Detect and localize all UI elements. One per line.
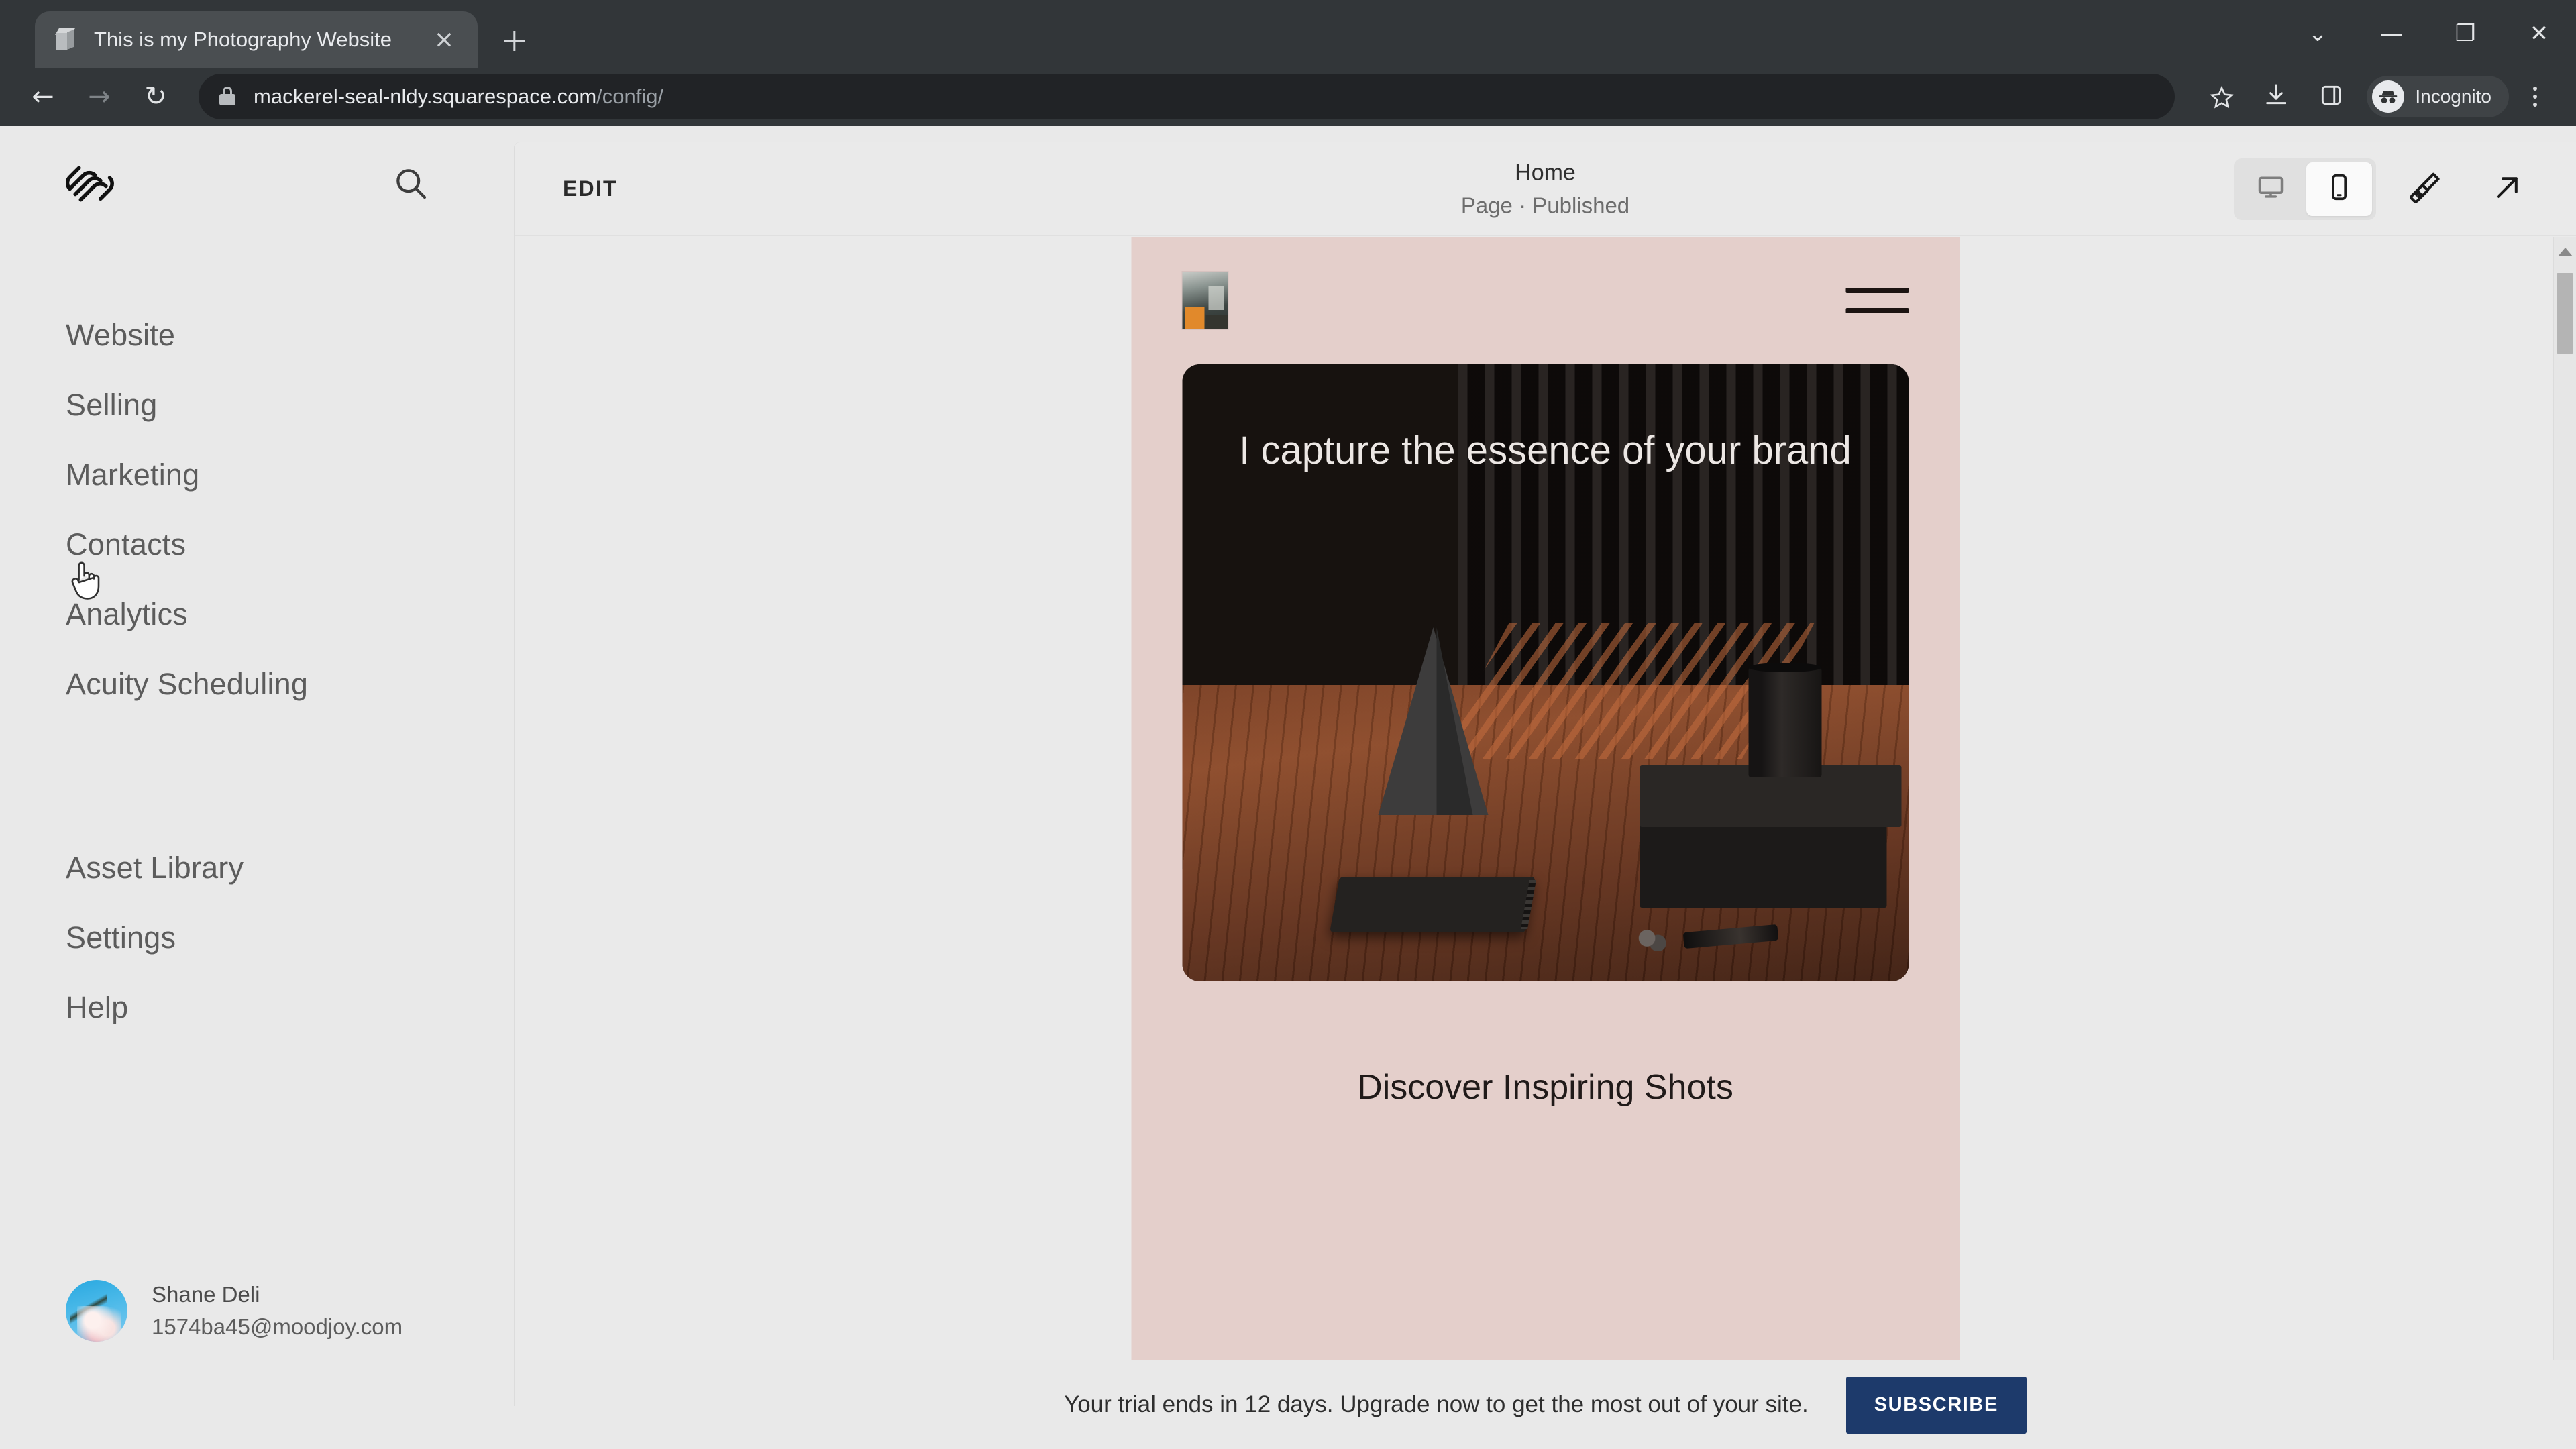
window-controls: ⌄ — ❐ ✕ [2281, 0, 2576, 67]
account-name: Shane Deli [152, 1282, 260, 1307]
sidebar-item-label: Marketing [66, 458, 200, 492]
hamburger-menu-icon[interactable] [1845, 288, 1909, 313]
main-panel: EDIT Home Page · Published I capture the… [515, 126, 2576, 1449]
account-row[interactable]: Shane Deli 1574ba45@moodjoy.com [66, 1280, 402, 1342]
sidebar-item-label: Selling [66, 388, 158, 422]
sidebar-item-contacts[interactable]: Contacts [66, 510, 515, 580]
lock-icon [219, 87, 236, 107]
star-icon [2209, 85, 2235, 109]
sidebar-item-label: Acuity Scheduling [66, 667, 309, 701]
sidebar-item-acuity-scheduling[interactable]: Acuity Scheduling [66, 649, 515, 719]
tab-search-button[interactable]: ⌄ [2281, 0, 2355, 67]
kebab-menu-icon[interactable] [2512, 70, 2559, 123]
browser-toolbar: ← → ↻ mackerel-seal-nldy.squarespace.com… [0, 67, 2576, 126]
reload-button[interactable]: ↻ [130, 71, 181, 122]
new-tab-button[interactable] [488, 15, 541, 67]
external-link-icon [2491, 171, 2524, 207]
app-body: Website Selling Marketing Contacts Analy… [0, 126, 2576, 1449]
avatar [66, 1280, 127, 1342]
sidebar: Website Selling Marketing Contacts Analy… [0, 126, 515, 1449]
account-email: 1574ba45@moodjoy.com [152, 1314, 403, 1339]
sidebar-primary-nav: Website Selling Marketing Contacts Analy… [66, 301, 515, 719]
sidebar-item-asset-library[interactable]: Asset Library [66, 833, 515, 903]
sidebar-item-label: Help [66, 990, 129, 1024]
mouse-cursor [67, 559, 103, 602]
restore-icon: ❐ [2455, 20, 2476, 47]
side-panel-icon [2318, 83, 2344, 111]
close-window-button[interactable]: ✕ [2502, 0, 2576, 67]
open-site-button[interactable] [2475, 160, 2540, 218]
download-icon [2263, 82, 2290, 112]
monitor-icon [2256, 172, 2286, 205]
sidebar-item-label: Website [66, 318, 176, 352]
sidebar-item-label: Settings [66, 920, 176, 955]
sidebar-item-help[interactable]: Help [66, 973, 515, 1042]
phone-icon [2324, 172, 2354, 205]
sidebar-item-marketing[interactable]: Marketing [66, 440, 515, 510]
site-styles-button[interactable] [2394, 160, 2458, 218]
panel-header-actions [2234, 158, 2540, 220]
incognito-indicator[interactable]: Incognito [2367, 76, 2509, 117]
device-toggle [2234, 158, 2376, 220]
panel-header: EDIT Home Page · Published [515, 142, 2576, 236]
subscribe-button[interactable]: SUBSCRIBE [1845, 1376, 2027, 1434]
paintbrush-icon [2408, 170, 2443, 208]
side-panel-button[interactable] [2305, 70, 2357, 123]
sidebar-item-label: Analytics [66, 597, 188, 631]
sidebar-item-label: Asset Library [66, 851, 244, 885]
trial-message: Your trial ends in 12 days. Upgrade now … [1064, 1391, 1809, 1417]
incognito-icon [2372, 80, 2405, 113]
download-button[interactable] [2250, 70, 2302, 123]
hero-image: I capture the essence of your brand [1182, 364, 1909, 981]
tab-strip: This is my Photography Website ⌄ — ❐ ✕ [0, 0, 2576, 68]
desktop-view-button[interactable] [2238, 162, 2304, 216]
bookmark-button[interactable] [2195, 70, 2247, 123]
url-text: mackerel-seal-nldy.squarespace.com/confi… [254, 85, 663, 109]
url-path: /config/ [596, 85, 664, 108]
account-text: Shane Deli 1574ba45@moodjoy.com [152, 1282, 402, 1340]
minimize-button[interactable]: — [2355, 0, 2428, 67]
sidebar-header [65, 126, 515, 240]
scroll-up-arrow-icon[interactable] [2557, 248, 2573, 256]
preview-scrollbar[interactable] [2553, 237, 2576, 1406]
sidebar-item-website[interactable]: Website [66, 301, 515, 370]
chevron-down-icon: ⌄ [2308, 20, 2328, 47]
edit-button[interactable]: EDIT [563, 176, 618, 201]
address-bar[interactable]: mackerel-seal-nldy.squarespace.com/confi… [199, 74, 2176, 119]
sidebar-item-settings[interactable]: Settings [66, 903, 515, 973]
sidebar-item-label: Contacts [66, 527, 186, 561]
back-button[interactable]: ← [17, 71, 68, 122]
forward-button[interactable]: → [74, 71, 125, 122]
reload-icon: ↻ [144, 81, 167, 112]
section-title: Discover Inspiring Shots [1357, 1068, 1733, 1107]
sidebar-secondary-nav: Asset Library Settings Help [66, 833, 515, 1042]
restore-button[interactable]: ❐ [2428, 0, 2502, 67]
trial-banner: Your trial ends in 12 days. Upgrade now … [515, 1360, 2576, 1449]
scrollbar-thumb[interactable] [2557, 273, 2573, 354]
arrow-left-icon: ← [32, 81, 54, 112]
minimize-icon: — [2380, 20, 2403, 47]
browser-chrome: This is my Photography Website ⌄ — ❐ ✕ ←… [0, 0, 2576, 126]
squarespace-logo-icon[interactable] [65, 163, 114, 203]
arrow-right-icon: → [88, 81, 111, 112]
url-host: mackerel-seal-nldy.squarespace.com [254, 85, 597, 108]
search-icon[interactable] [387, 160, 434, 207]
browser-tab[interactable]: This is my Photography Website [35, 11, 478, 68]
incognito-label: Incognito [2415, 86, 2491, 107]
close-icon[interactable] [429, 25, 459, 54]
preview-panel: EDIT Home Page · Published I capture the… [515, 142, 2576, 1406]
sidebar-item-selling[interactable]: Selling [66, 370, 515, 440]
site-header [1131, 237, 1960, 364]
toolbar-actions: Incognito [2195, 70, 2559, 123]
tab-title: This is my Photography Website [94, 28, 392, 51]
close-icon: ✕ [2529, 20, 2549, 47]
mobile-device-frame: I capture the essence of your brand Disc… [1131, 237, 1960, 1406]
cube-icon [54, 27, 79, 52]
site-preview: I capture the essence of your brand Disc… [515, 237, 2576, 1406]
sidebar-item-analytics[interactable]: Analytics [66, 580, 515, 649]
site-logo-thumbnail[interactable] [1182, 272, 1228, 329]
mobile-view-button[interactable] [2306, 162, 2372, 216]
hero-heading: I capture the essence of your brand [1239, 429, 1851, 472]
